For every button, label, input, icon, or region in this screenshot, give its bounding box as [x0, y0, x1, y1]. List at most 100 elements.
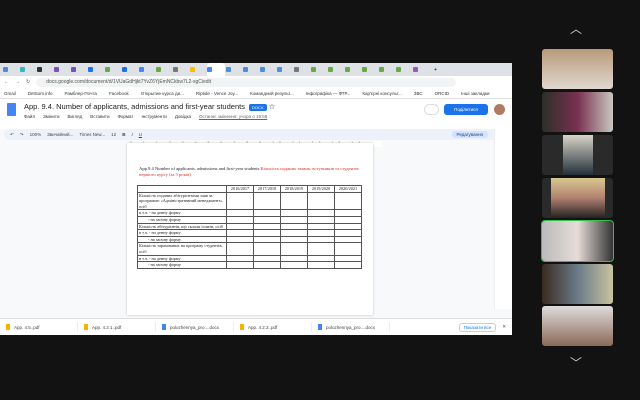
browser-tab[interactable] [413, 65, 429, 75]
participant-video-4[interactable] [542, 178, 613, 218]
table-cell[interactable] [226, 191, 254, 211]
browser-tab[interactable] [328, 65, 344, 75]
menu-tools[interactable]: Інструменти [141, 114, 166, 119]
table-cell[interactable] [334, 242, 362, 256]
menu-format[interactable]: Формат [117, 114, 133, 119]
browser-tab[interactable] [122, 65, 138, 75]
table-cell[interactable] [307, 215, 335, 224]
font-size-input[interactable]: 12 [111, 132, 116, 137]
browser-tab[interactable] [311, 65, 327, 75]
menu-edit[interactable]: Змінити [43, 114, 59, 119]
browser-tab[interactable] [277, 65, 293, 75]
scroll-up-chevron-icon[interactable]: ︿ [570, 20, 582, 37]
table-cell[interactable] [226, 229, 254, 237]
document-page[interactable]: App.9.4 Number of applicants, admissions… [127, 143, 373, 315]
browser-tab[interactable] [396, 65, 412, 75]
browser-tab[interactable] [243, 65, 259, 75]
browser-tab[interactable] [88, 65, 104, 75]
participant-video-1[interactable] [542, 49, 613, 89]
table-cell[interactable] [280, 191, 308, 211]
style-select[interactable]: Звичайний... [47, 132, 73, 137]
bookmark[interactable]: DetSom.info [28, 91, 53, 96]
browser-tab[interactable] [37, 65, 53, 75]
table-cell[interactable] [280, 261, 308, 269]
browser-tab[interactable] [156, 65, 172, 75]
table-cell[interactable] [334, 222, 362, 231]
table-cell[interactable] [253, 229, 281, 237]
participant-video-6[interactable] [542, 264, 613, 304]
editing-mode-button[interactable]: Редагування [451, 131, 488, 138]
download-item[interactable]: App. 4.2.1..pdf [78, 322, 156, 332]
table-cell[interactable] [226, 222, 254, 231]
table-cell[interactable] [253, 235, 281, 244]
table-cell[interactable] [280, 215, 308, 224]
bookmark[interactable]: Кар'єрні консульт... [362, 91, 401, 96]
undo-icon[interactable]: ↶ [10, 132, 14, 138]
table-cell[interactable] [334, 209, 362, 217]
underline-icon[interactable]: U [139, 132, 142, 137]
table-cell[interactable] [280, 222, 308, 231]
table-cell[interactable] [334, 191, 362, 211]
browser-tab[interactable] [379, 65, 395, 75]
download-item[interactable]: polozhennya_pro....docx [312, 322, 390, 332]
bookmark[interactable]: Facebook [109, 91, 129, 96]
browser-tab[interactable] [173, 65, 189, 75]
forward-icon[interactable]: → [15, 79, 20, 85]
browser-tab[interactable] [345, 65, 361, 75]
menu-view[interactable]: Вигляд [67, 114, 82, 119]
table-cell[interactable] [280, 254, 308, 263]
bookmark[interactable]: ЗВС [414, 91, 423, 96]
browser-tab-active[interactable] [207, 63, 225, 76]
participant-video-2[interactable] [542, 92, 613, 132]
table-cell[interactable] [253, 209, 281, 217]
table-cell[interactable] [280, 235, 308, 244]
browser-tab[interactable] [362, 65, 378, 75]
star-icon[interactable]: ☆ [269, 102, 276, 111]
close-icon[interactable]: ✕ [502, 324, 506, 330]
participant-video-3[interactable] [542, 135, 613, 175]
table-cell[interactable] [226, 242, 254, 256]
download-item[interactable]: App. 4.2.3..pdf [234, 322, 312, 332]
menu-help[interactable]: Довідка [175, 114, 191, 119]
table-cell[interactable] [334, 254, 362, 263]
url-input[interactable]: docs.google.com/document/d/1VUaGdHjkt7Yv… [36, 77, 457, 87]
bookmark[interactable]: Riptide - Vence Joy... [196, 91, 238, 96]
browser-tab[interactable] [260, 65, 276, 75]
table-cell[interactable] [226, 235, 254, 244]
table-cell[interactable] [307, 242, 335, 256]
bookmark[interactable]: Командний результ... [250, 91, 294, 96]
show-all-button[interactable]: Показати все [458, 322, 497, 332]
table-cell[interactable] [307, 235, 335, 244]
reload-icon[interactable]: ↻ [26, 79, 30, 85]
meet-button[interactable] [424, 104, 439, 115]
browser-tab[interactable] [54, 65, 70, 75]
table-cell[interactable] [307, 261, 335, 269]
download-item[interactable]: polozhennya_pro....docx [156, 322, 234, 332]
table-cell[interactable] [334, 229, 362, 237]
avatar[interactable] [494, 104, 505, 115]
menu-file[interactable]: Файл [24, 114, 35, 119]
browser-tab[interactable] [139, 65, 155, 75]
bold-icon[interactable]: B [122, 132, 125, 137]
docs-logo-icon[interactable] [7, 103, 16, 116]
table-cell[interactable] [226, 254, 254, 263]
zoom-select[interactable]: 100% [30, 132, 42, 137]
table-cell[interactable] [307, 254, 335, 263]
table-cell[interactable] [307, 229, 335, 237]
table-cell[interactable] [280, 242, 308, 256]
table-cell[interactable] [226, 215, 254, 224]
redo-icon[interactable]: ↷ [20, 132, 24, 138]
table-cell[interactable] [226, 209, 254, 217]
table-cell[interactable] [280, 209, 308, 217]
participant-video-7[interactable] [542, 306, 613, 346]
table-cell[interactable] [253, 254, 281, 263]
back-icon[interactable]: ← [4, 79, 9, 85]
doc-title[interactable]: App. 9.4. Number of applicants, admissio… [24, 102, 245, 111]
table-cell[interactable] [226, 261, 254, 269]
share-button[interactable]: Поділитися [444, 104, 488, 115]
table-cell[interactable] [253, 191, 281, 211]
menu-insert[interactable]: Вставити [90, 114, 109, 119]
table-cell[interactable] [280, 229, 308, 237]
last-edit-link[interactable]: Останнє змінення: учора о 19:58 [199, 114, 267, 119]
bookmark[interactable]: Gmail [4, 91, 16, 96]
